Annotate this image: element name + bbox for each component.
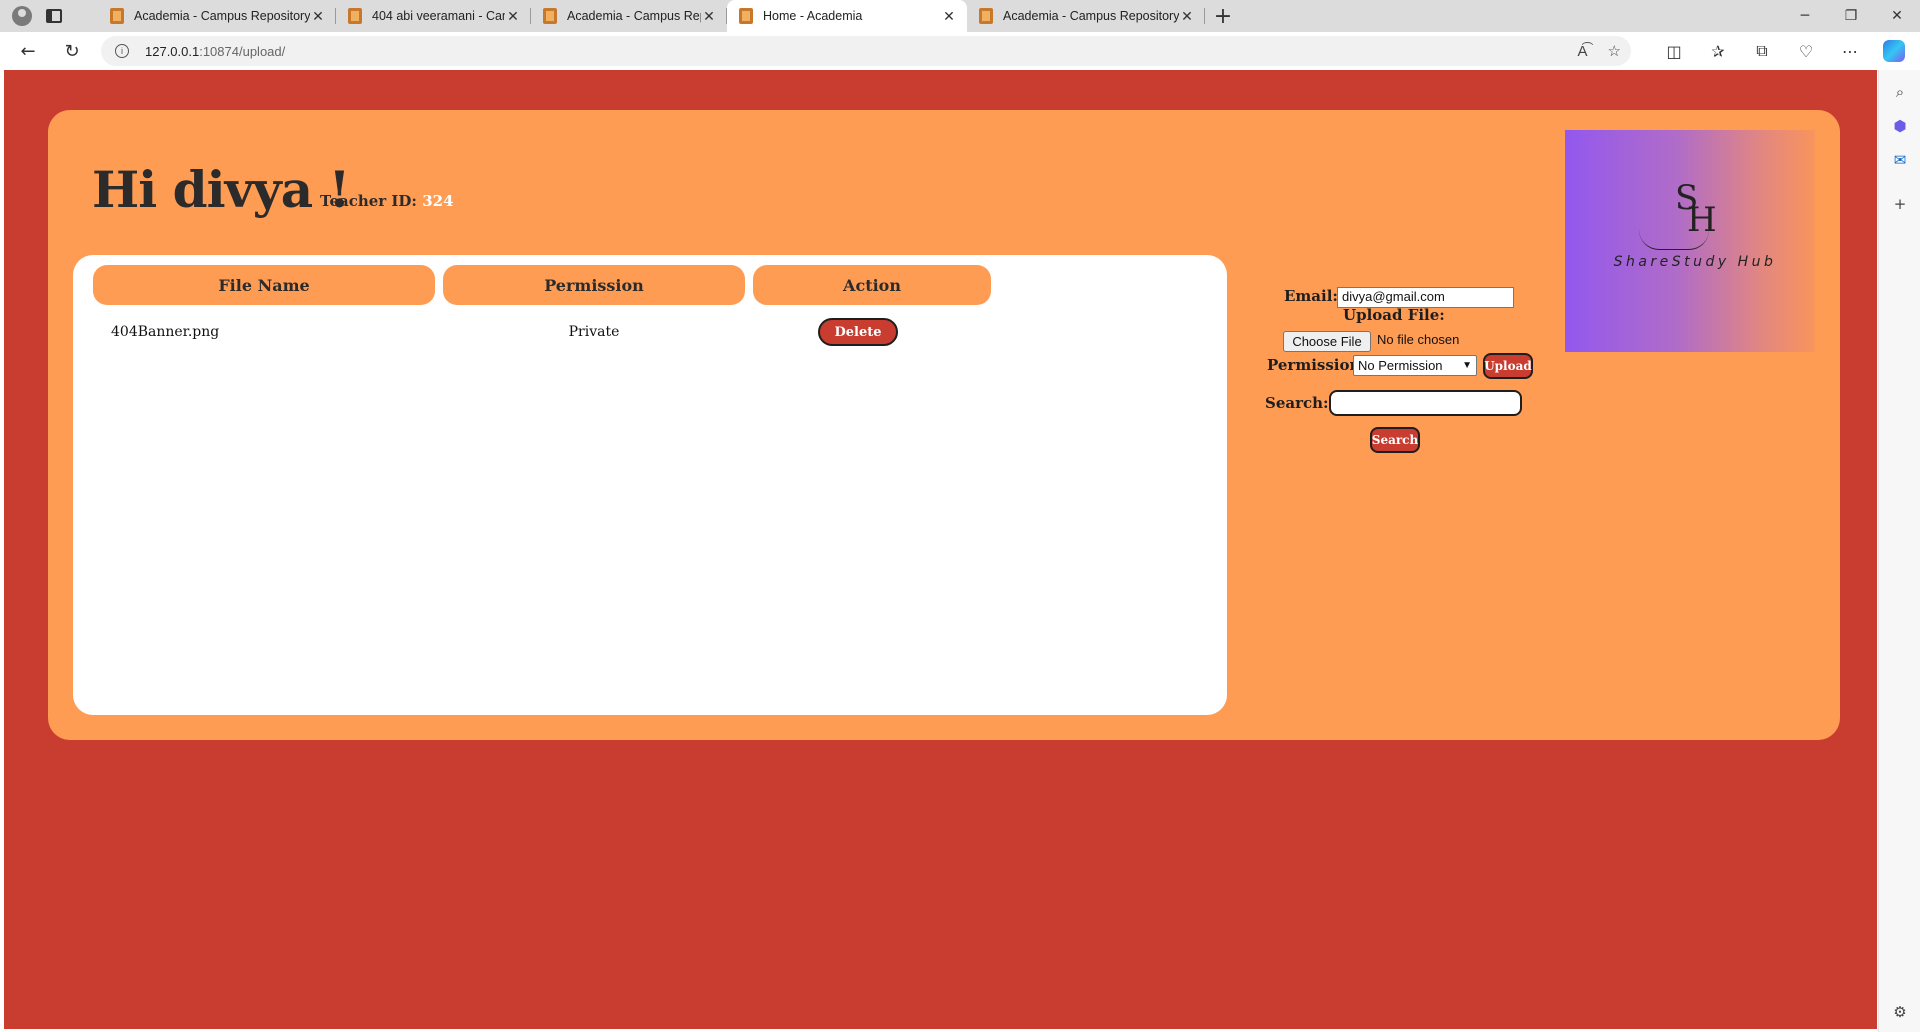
chevron-down-icon: ▼ (1462, 360, 1472, 371)
close-icon[interactable]: ✕ (701, 8, 717, 25)
sharestudy-hub-logo: S H ShareStudy Hub (1565, 130, 1815, 352)
upload-form: Email: divya@gmail.com Upload File: Choo… (1243, 270, 1583, 470)
search-icon[interactable]: ⌕ (1890, 82, 1910, 102)
tab-favicon-icon (979, 8, 993, 24)
profile-icon[interactable] (12, 6, 32, 26)
toolbar-right: ◫ ✰ ⧉ ♡ ⋯ (1652, 32, 1916, 70)
more-icon[interactable]: ⋯ (1828, 33, 1872, 69)
search-label: Search: (1265, 394, 1329, 412)
permission-label: Permission: (1267, 356, 1366, 374)
tab-favicon-icon (110, 8, 124, 24)
restore-button[interactable]: ❐ (1828, 0, 1874, 32)
close-icon[interactable]: ✕ (1179, 8, 1195, 25)
close-icon[interactable]: ✕ (941, 8, 957, 25)
favorite-star-icon[interactable]: ☆ (1608, 42, 1621, 60)
tab-2[interactable]: Academia - Campus Repository ✕ (531, 0, 727, 32)
tab-actions-icon[interactable] (46, 9, 62, 23)
choose-file-button[interactable]: Choose File (1283, 331, 1371, 352)
copilot-button[interactable] (1872, 33, 1916, 69)
page-background: Hi divya ! Teacher ID: 324 File Name Per… (4, 70, 1877, 1029)
tab-title: Home - Academia (763, 9, 863, 23)
teacher-id-line: Teacher ID: 324 (320, 192, 454, 210)
teacher-id-value: 324 (422, 192, 454, 210)
collections-icon[interactable]: ⧉ (1740, 33, 1784, 69)
column-header-file-name: File Name (93, 265, 435, 305)
copilot-icon (1883, 40, 1905, 62)
settings-icon[interactable]: ⚙ (1890, 1002, 1910, 1022)
address-bar[interactable]: i 127.0.0.1:10874/upload/ A͡ ☆ (101, 36, 1631, 66)
favorites-icon[interactable]: ✰ (1696, 33, 1740, 69)
outlook-icon[interactable]: ✉ (1890, 150, 1910, 170)
address-actions: A͡ ☆ (1578, 36, 1621, 66)
search-input[interactable] (1329, 390, 1522, 416)
files-table: File Name Permission Action 404Banner.pn… (73, 255, 1227, 715)
dashboard-card: Hi divya ! Teacher ID: 324 File Name Per… (48, 110, 1840, 740)
column-header-action: Action (753, 265, 991, 305)
file-name-cell: 404Banner.png (111, 324, 220, 340)
close-icon[interactable]: ✕ (505, 8, 521, 25)
minimize-button[interactable]: ─ (1782, 0, 1828, 32)
email-field[interactable]: divya@gmail.com (1337, 287, 1514, 308)
delete-button[interactable]: Delete (818, 318, 898, 346)
tab-title: 404 abi veeramani - Campus Rep (372, 9, 505, 23)
tab-favicon-icon (739, 8, 753, 24)
tab-favicon-icon (348, 8, 362, 24)
upload-file-label: Upload File: (1343, 306, 1445, 324)
browser-essentials-icon[interactable]: ♡ (1784, 33, 1828, 69)
logo-text: ShareStudy Hub (1613, 254, 1777, 270)
tab-1[interactable]: 404 abi veeramani - Campus Rep ✕ (336, 0, 531, 32)
tab-4[interactable]: Academia - Campus Repository ✕ (967, 0, 1205, 32)
tab-strip: Academia - Campus Repository ✕ 404 abi v… (0, 0, 1920, 32)
search-button[interactable]: Search (1370, 427, 1420, 453)
new-tab-button[interactable]: + (1205, 0, 1241, 32)
greeting-heading: Hi divya ! (92, 160, 350, 219)
split-screen-icon[interactable]: ◫ (1652, 33, 1696, 69)
permission-select-value: No Permission (1358, 358, 1443, 373)
url-host: 127.0.0.1 (145, 43, 200, 59)
permission-cell: Private (568, 324, 620, 340)
close-window-button[interactable]: ✕ (1874, 0, 1920, 32)
tab-title: Academia - Campus Repository (134, 9, 310, 23)
tab-3[interactable]: Home - Academia ✕ (727, 0, 967, 32)
tab-title: Academia - Campus Repository (1003, 9, 1179, 23)
tab-title: Academia - Campus Repository (567, 9, 701, 23)
tab-favicon-icon (543, 8, 557, 24)
permission-select[interactable]: No Permission ▼ (1353, 355, 1477, 376)
page-viewport: Hi divya ! Teacher ID: 324 File Name Per… (0, 70, 1878, 1032)
url-path: :10874/upload/ (199, 43, 286, 59)
close-icon[interactable]: ✕ (310, 8, 326, 25)
logo-swirl (1639, 230, 1709, 250)
browser-toolbar: ← ↻ i 127.0.0.1:10874/upload/ A͡ ☆ ◫ ✰ ⧉… (0, 32, 1920, 70)
upload-button[interactable]: Upload (1483, 353, 1533, 379)
column-header-permission: Permission (443, 265, 745, 305)
no-file-text: No file chosen (1377, 332, 1460, 347)
back-icon[interactable]: ← (10, 33, 46, 69)
extensions-icon[interactable]: ⬢ (1890, 116, 1910, 136)
tab-0[interactable]: Academia - Campus Repository ✕ (98, 0, 336, 32)
tabstrip-left (0, 0, 98, 32)
read-aloud-icon[interactable]: A͡ (1578, 43, 1588, 60)
browser-sidebar: ⌕ ⬢ ✉ + ⚙ (1878, 70, 1920, 1032)
email-label: Email: (1284, 287, 1338, 305)
window-controls: ─ ❐ ✕ (1782, 0, 1920, 32)
add-icon[interactable]: + (1890, 194, 1910, 214)
teacher-id-label: Teacher ID: (320, 192, 417, 210)
refresh-icon[interactable]: ↻ (54, 33, 90, 69)
info-icon[interactable]: i (115, 44, 129, 58)
